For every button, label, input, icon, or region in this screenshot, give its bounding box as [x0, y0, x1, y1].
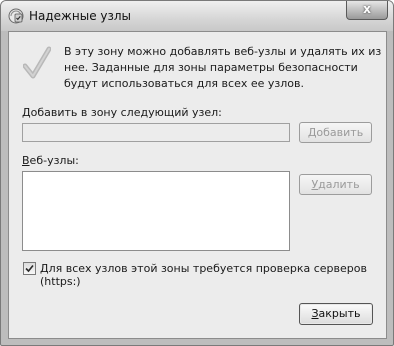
zone-info-text: В эту зону можно добавлять веб-узлы и уд… [64, 45, 382, 90]
close-window-button[interactable]: x [346, 1, 388, 20]
https-checkbox-label[interactable]: Для всех узлов этой зоны требуется прове… [40, 262, 386, 288]
sites-label-rest: еб-узлы: [29, 154, 79, 167]
https-label-rest: ля всех узлов этой зоны требуется провер… [40, 262, 367, 288]
security-zone-icon [8, 8, 24, 24]
remove-button[interactable]: Удалить [299, 174, 372, 195]
add-site-input[interactable] [22, 123, 290, 142]
window-title: Надежные узлы [29, 9, 132, 23]
checkbox-check-icon [25, 264, 34, 273]
close-button-rest: акрыть [318, 307, 361, 320]
sites-label-accel: В [22, 154, 30, 167]
add-button[interactable]: Добавить [299, 122, 372, 143]
add-site-label-accel: Д [22, 106, 31, 119]
https-label-accel: Д [40, 262, 49, 275]
dialog-window: Надежные узлы x В эту зону можно добавля… [0, 0, 394, 346]
add-site-label: Добавить в зону следующий узел: [22, 106, 222, 119]
close-button[interactable]: Закрыть [299, 303, 373, 325]
sites-listbox[interactable] [22, 171, 290, 251]
https-checkbox[interactable] [23, 262, 36, 275]
close-icon: x [363, 2, 371, 16]
add-site-label-rest: обавить в зону следующий узел: [30, 106, 222, 119]
close-button-accel: З [311, 307, 319, 320]
title-bar[interactable]: Надежные узлы x [1, 1, 393, 31]
add-button-rest: обавить [316, 126, 364, 139]
checkmark-icon [22, 46, 52, 80]
sites-label: Веб-узлы: [22, 154, 79, 167]
remove-button-rest: далить [318, 178, 360, 191]
dialog-client-area: В эту зону можно добавлять веб-узлы и уд… [8, 31, 387, 339]
